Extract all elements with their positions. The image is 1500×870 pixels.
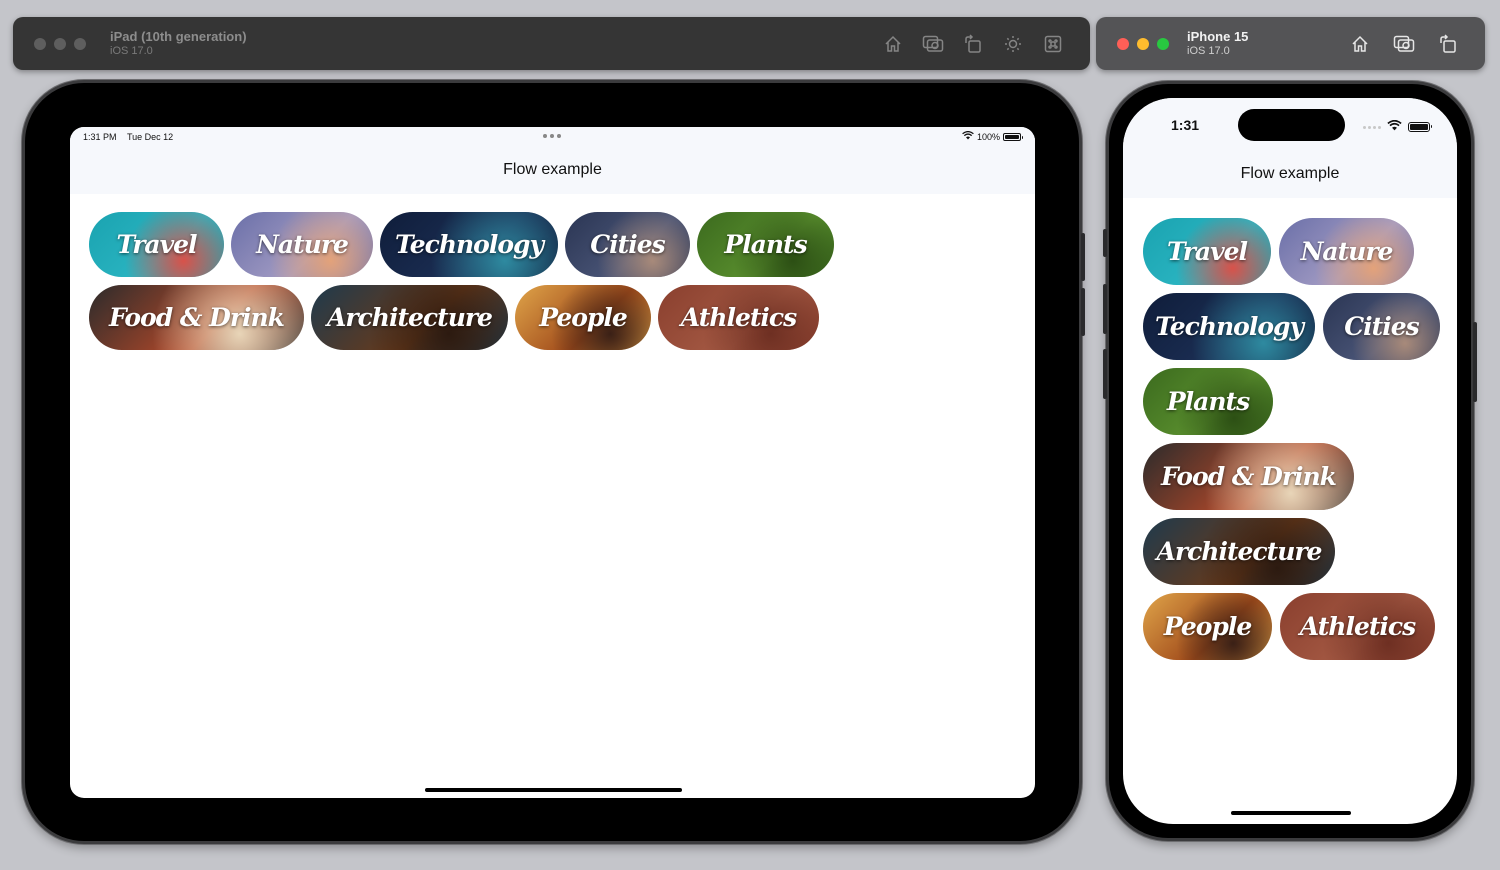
- rotate-icon[interactable]: [962, 33, 984, 55]
- tag-label: Architecture: [1156, 537, 1323, 566]
- wifi-icon: [1387, 118, 1402, 136]
- tag-chip-athletics[interactable]: Athletics: [658, 285, 819, 350]
- tag-chip-food-drink[interactable]: Food & Drink: [1143, 443, 1354, 510]
- tag-chip-plants[interactable]: Plants: [697, 212, 834, 277]
- appearance-icon[interactable]: [1002, 33, 1024, 55]
- tag-chip-nature[interactable]: Nature: [1279, 218, 1414, 285]
- navigation-bar: 1:31 PM Tue Dec 12 100% Flow example: [70, 127, 1035, 194]
- tag-label: Travel: [116, 230, 197, 259]
- volume-down-button: [1103, 349, 1107, 399]
- screenshot-icon[interactable]: [1393, 33, 1415, 55]
- tag-chip-architecture[interactable]: Architecture: [311, 285, 508, 350]
- tag-chip-architecture[interactable]: Architecture: [1143, 518, 1335, 585]
- window-controls: [34, 37, 86, 50]
- tag-label: Technology: [1154, 312, 1304, 341]
- rotate-icon[interactable]: [1437, 33, 1459, 55]
- dynamic-island: [1238, 109, 1345, 141]
- navigation-bar: 1:31 Flow example: [1123, 98, 1457, 198]
- volume-up-button: [1103, 284, 1107, 334]
- home-indicator[interactable]: [425, 788, 682, 792]
- home-icon[interactable]: [1349, 33, 1371, 55]
- close-button[interactable]: [1117, 37, 1129, 50]
- tag-label: People: [1163, 612, 1253, 641]
- action-button: [1103, 229, 1107, 257]
- volume-up-button: [1081, 233, 1085, 281]
- minimize-button[interactable]: [54, 37, 66, 50]
- cellular-signal-icon: [1363, 125, 1381, 129]
- tag-chip-people[interactable]: People: [1143, 593, 1272, 660]
- zoom-button[interactable]: [1157, 37, 1169, 50]
- tag-label: Travel: [1166, 237, 1248, 266]
- status-time: 1:31 PM: [83, 132, 117, 142]
- home-indicator[interactable]: [1231, 811, 1351, 815]
- tag-label: Plants: [724, 230, 807, 259]
- tag-label: Athletics: [680, 303, 797, 332]
- tag-chip-food-drink[interactable]: Food & Drink: [89, 285, 304, 350]
- minimize-button[interactable]: [1137, 37, 1149, 50]
- battery-icon: [1408, 122, 1432, 132]
- simulator-os-version: iOS 17.0: [110, 44, 153, 57]
- window-controls: [1117, 37, 1169, 50]
- close-button[interactable]: [34, 37, 46, 50]
- battery-icon: [1003, 132, 1023, 141]
- side-button: [1473, 322, 1477, 402]
- tag-chip-travel[interactable]: Travel: [1143, 218, 1271, 285]
- tag-chip-nature[interactable]: Nature: [231, 212, 373, 277]
- tag-flow-layout: Travel Nature Technology Cities Plants Food &…: [70, 194, 870, 350]
- page-title: Flow example: [1240, 165, 1340, 182]
- tag-label: Technology: [394, 230, 544, 259]
- volume-down-button: [1081, 288, 1085, 336]
- iphone-simulator-titlebar: iPhone 15 iOS 17.0: [1096, 17, 1485, 70]
- tag-flow-layout: Travel Nature Technology Cities Plants Food &…: [1123, 198, 1443, 660]
- page-title: Flow example: [503, 161, 602, 178]
- wifi-icon: [962, 130, 974, 142]
- tag-label: Cities: [590, 230, 665, 259]
- tag-label: Architecture: [327, 303, 493, 332]
- tag-label: Food & Drink: [108, 303, 285, 332]
- tag-label: Nature: [1300, 237, 1394, 266]
- tag-chip-cities[interactable]: Cities: [565, 212, 690, 277]
- zoom-button[interactable]: [74, 37, 86, 50]
- ipad-simulator-titlebar: iPad (10th generation) iOS 17.0: [13, 17, 1090, 70]
- tag-label: Plants: [1166, 387, 1250, 416]
- ipad-screen: 1:31 PM Tue Dec 12 100% Flow example Tra…: [70, 127, 1035, 798]
- simulator-os-version: iOS 17.0: [1187, 44, 1230, 57]
- tag-label: Food & Drink: [1160, 462, 1337, 491]
- status-time: 1:31: [1171, 117, 1200, 133]
- multitasking-dots[interactable]: [543, 134, 561, 138]
- iphone-device-frame: 1:31 Flow example Travel Nature Technology…: [1103, 81, 1477, 841]
- tag-chip-cities[interactable]: Cities: [1323, 293, 1440, 360]
- tag-chip-athletics[interactable]: Athletics: [1280, 593, 1435, 660]
- tag-label: Nature: [256, 230, 349, 259]
- battery-percentage: 100%: [976, 131, 1000, 142]
- tag-chip-travel[interactable]: Travel: [89, 212, 224, 277]
- tag-chip-technology[interactable]: Technology: [1143, 293, 1315, 360]
- command-icon[interactable]: [1042, 33, 1064, 55]
- status-date: Tue Dec 12: [127, 132, 174, 142]
- tag-label: People: [539, 303, 628, 332]
- tag-chip-technology[interactable]: Technology: [380, 212, 558, 277]
- home-icon[interactable]: [882, 33, 904, 55]
- simulator-device-name: iPhone 15: [1187, 28, 1249, 44]
- tag-chip-people[interactable]: People: [515, 285, 651, 350]
- iphone-screen: 1:31 Flow example Travel Nature Technology…: [1123, 98, 1457, 824]
- tag-label: Athletics: [1299, 612, 1416, 641]
- screenshot-icon[interactable]: [922, 33, 944, 55]
- tag-label: Cities: [1344, 312, 1419, 341]
- ipad-device-frame: 1:31 PM Tue Dec 12 100% Flow example Tra…: [22, 80, 1085, 844]
- simulator-device-name: iPad (10th generation): [110, 28, 247, 44]
- tag-chip-plants[interactable]: Plants: [1143, 368, 1273, 435]
